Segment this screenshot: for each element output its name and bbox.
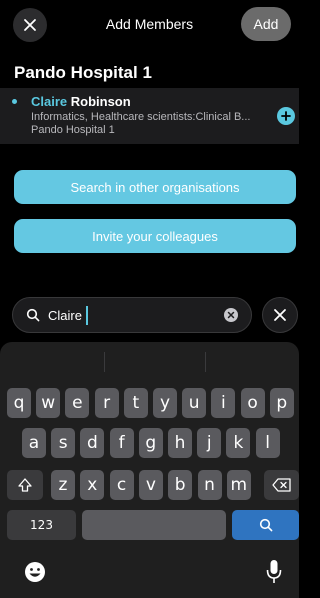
key-d[interactable]: d (80, 428, 105, 458)
search-input[interactable]: Claire (12, 297, 252, 333)
add-button[interactable]: Add (241, 7, 291, 41)
key-e[interactable]: e (65, 388, 90, 418)
emoji-icon (25, 562, 45, 582)
key-b[interactable]: b (168, 470, 193, 500)
key-n[interactable]: n (197, 470, 222, 500)
add-member-button[interactable] (277, 107, 295, 125)
key-w[interactable]: w (36, 388, 61, 418)
member-role: Informatics, Healthcare scientists:Clini… (31, 111, 251, 123)
clear-search-button[interactable] (224, 308, 238, 322)
key-v[interactable]: v (138, 470, 163, 500)
search-icon (26, 308, 40, 322)
key-a[interactable]: a (22, 428, 46, 458)
key-i[interactable]: i (211, 388, 236, 418)
search-key[interactable] (232, 510, 299, 540)
backspace-key[interactable] (264, 470, 299, 500)
key-l[interactable]: l (255, 428, 280, 458)
cancel-search-button[interactable] (262, 297, 298, 333)
invite-colleagues-button[interactable]: Invite your colleagues (14, 219, 296, 253)
key-f[interactable]: f (109, 428, 134, 458)
key-c[interactable]: c (109, 470, 134, 500)
key-z[interactable]: z (51, 470, 75, 500)
member-name: Claire Robinson (31, 94, 131, 109)
backspace-icon (271, 478, 291, 492)
member-name-rest: Robinson (67, 94, 131, 109)
space-key[interactable] (82, 510, 226, 540)
shift-icon (18, 478, 32, 492)
clear-icon (227, 311, 235, 319)
suggestion-divider (104, 352, 105, 372)
member-organisation: Pando Hospital 1 (31, 124, 115, 136)
plus-icon (281, 111, 291, 121)
key-o[interactable]: o (240, 388, 265, 418)
key-m[interactable]: m (226, 470, 251, 500)
key-p[interactable]: p (269, 388, 294, 418)
key-g[interactable]: g (138, 428, 163, 458)
text-caret (86, 306, 88, 325)
key-j[interactable]: j (197, 428, 222, 458)
microphone-key[interactable] (266, 559, 282, 585)
on-screen-keyboard: qwertyuiop asdfghjkl zxcvbnm 123 (0, 342, 299, 598)
shift-key[interactable] (7, 470, 43, 500)
organisation-title: Pando Hospital 1 (14, 63, 152, 82)
search-icon (259, 518, 272, 532)
key-u[interactable]: u (182, 388, 207, 418)
key-t[interactable]: t (123, 388, 148, 418)
key-k[interactable]: k (226, 428, 251, 458)
key-s[interactable]: s (51, 428, 76, 458)
key-y[interactable]: y (153, 388, 177, 418)
microphone-icon (266, 560, 282, 583)
key-r[interactable]: r (94, 388, 119, 418)
key-x[interactable]: x (80, 470, 105, 500)
key-h[interactable]: h (168, 428, 192, 458)
status-dot (12, 99, 17, 104)
emoji-key[interactable] (24, 561, 46, 583)
close-icon (274, 309, 286, 321)
search-other-organisations-button[interactable]: Search in other organisations (14, 170, 296, 204)
search-value: Claire (48, 308, 82, 323)
numbers-key[interactable]: 123 (7, 510, 76, 540)
member-list-item[interactable]: Claire Robinson Informatics, Healthcare … (0, 88, 299, 144)
suggestion-divider (205, 352, 206, 372)
member-name-match: Claire (31, 94, 68, 109)
key-q[interactable]: q (7, 388, 31, 418)
header: Add Members Add (0, 0, 299, 50)
